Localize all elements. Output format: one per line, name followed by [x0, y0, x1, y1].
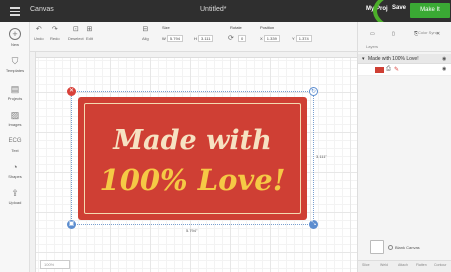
tab-layers[interactable]: Layers — [366, 44, 378, 49]
layer-group-title: Made with 100% Love! — [368, 56, 419, 62]
app-name: Canvas — [30, 6, 54, 13]
panel-footer: Slice Weld Attach Flatten Contour — [358, 260, 451, 272]
scale-handle-icon[interactable]: ⤡ — [309, 220, 318, 229]
align-button[interactable]: ⊟ Alig — [142, 26, 149, 41]
position-x-field[interactable]: X 1.339 — [260, 35, 280, 42]
flatten-button[interactable]: Flatten — [416, 263, 427, 267]
deselect-icon: ⊡ — [72, 26, 79, 33]
radio-icon — [388, 245, 393, 251]
group-icon[interactable]: ▭ — [370, 31, 375, 37]
sidebar-item-label: Upload — [8, 200, 22, 205]
rotate-input[interactable]: 0 — [238, 35, 247, 42]
deselect-button[interactable]: ⊡ Deselect — [68, 26, 84, 41]
size-w-label: W — [162, 36, 166, 41]
size-h-label: H — [194, 36, 197, 41]
ungroup-icon[interactable]: ▯ — [392, 31, 395, 37]
slice-button[interactable]: Slice — [362, 263, 370, 267]
tab-color-sync[interactable]: Color Sync — [418, 30, 438, 35]
pos-y-label: Y — [292, 36, 295, 41]
sidebar-item-label: Shapes — [8, 174, 22, 179]
layer-row[interactable]: ⎙ ✎ ◉ — [358, 64, 451, 76]
text-icon: ECG — [8, 138, 22, 144]
rotate-icon: ⟳ — [228, 35, 234, 42]
rotate-field[interactable]: 0 — [238, 35, 247, 42]
weld-button[interactable]: Weld — [380, 263, 388, 267]
redo-icon: ↷ — [51, 26, 58, 33]
edit-toolbar: ↶ Undo ↷ Redo ⊡ Deselect ⊞ Edit ⊟ Alig Size W… — [30, 22, 357, 52]
align-label: Alig — [142, 36, 149, 41]
attach-button[interactable]: Attach — [398, 263, 408, 267]
sidebar-item-label: Images — [8, 122, 22, 127]
upload-icon: ⇪ — [11, 188, 19, 198]
image-icon: ▨ — [10, 110, 20, 120]
design-text-line1: Made with — [113, 125, 272, 156]
undo-icon: ↶ — [35, 26, 42, 33]
height-dimension: 3.111" — [316, 154, 327, 159]
size-height-field[interactable]: H 3.111 — [194, 35, 214, 42]
deselect-label: Deselect — [68, 36, 84, 41]
size-label: Size — [162, 25, 170, 30]
width-dimension: 5.794" — [186, 228, 198, 233]
lock-handle-icon[interactable]: ▣ — [67, 220, 76, 229]
collapse-arrow-icon[interactable]: ▾ — [362, 56, 365, 62]
sidebar-item-upload[interactable]: ⇪ Upload — [0, 188, 30, 205]
blank-canvas-swatch[interactable] — [370, 240, 384, 254]
left-sidebar: + New ⛉ Templates ▤ Projects ▨ Images EC… — [0, 22, 30, 272]
size-w-input[interactable]: 5.794 — [166, 35, 183, 42]
edit-label: Edit — [86, 36, 93, 41]
top-ruler — [30, 52, 357, 58]
eye-icon[interactable]: ◉ — [442, 56, 446, 62]
blank-canvas-label: Blank Canvas — [395, 245, 420, 250]
sidebar-item-text[interactable]: ECG Text — [0, 136, 30, 153]
undo-button[interactable]: ↶ Undo — [34, 26, 44, 41]
sidebar-item-label: Projects — [7, 96, 23, 101]
plus-icon: + — [9, 28, 21, 40]
undo-label: Undo — [34, 36, 44, 41]
pos-y-input[interactable]: 1.374 — [295, 35, 312, 42]
size-width-field[interactable]: W 5.794 — [162, 35, 183, 42]
eye-icon[interactable]: ◉ — [442, 66, 446, 72]
sidebar-item-projects[interactable]: ▤ Projects — [0, 84, 30, 101]
sidebar-item-label: New — [10, 42, 19, 47]
sidebar-item-templates[interactable]: ⛉ Templates — [0, 56, 30, 73]
grid-icon: ▤ — [10, 84, 20, 94]
redo-button[interactable]: ↷ Redo — [50, 26, 60, 41]
left-ruler — [30, 52, 36, 272]
print-icon: ⎙ — [386, 66, 391, 72]
rotate-handle-icon[interactable]: ↻ — [309, 87, 318, 96]
sidebar-item-shapes[interactable]: ◔ Shapes — [0, 162, 30, 179]
pos-x-label: X — [260, 36, 263, 41]
pen-icon: ✎ — [394, 67, 400, 73]
position-y-field[interactable]: Y 1.374 — [292, 35, 312, 42]
size-h-input[interactable]: 3.111 — [198, 35, 214, 42]
redo-label: Redo — [50, 36, 60, 41]
contour-button[interactable]: Contour — [434, 263, 446, 267]
align-icon: ⊟ — [142, 26, 149, 33]
sidebar-item-images[interactable]: ▨ Images — [0, 110, 30, 127]
design-text-line2: 100% Love! — [99, 163, 286, 197]
sign-border — [84, 103, 301, 214]
layers-panel: ▭ ▯ ⎘ ✕ Layers Color Sync ▾ Made with 10… — [357, 22, 451, 272]
sidebar-item-label: Text — [11, 148, 19, 153]
pos-x-input[interactable]: 1.339 — [263, 35, 280, 42]
document-title: Untitled* — [200, 6, 227, 13]
made-with-love-design[interactable]: Made with 100% Love! — [78, 97, 307, 220]
shirt-icon: ⛉ — [11, 56, 19, 66]
edit-icon: ⊞ — [86, 26, 93, 33]
sidebar-item-label: Templates — [5, 68, 25, 73]
sidebar-item-new[interactable]: + New — [0, 28, 30, 47]
blank-canvas-toggle[interactable]: Blank Canvas — [388, 245, 420, 251]
zoom-input[interactable]: 100% — [40, 260, 70, 269]
design-space: Canvas Untitled* My Proj Save Make It ↶ U… — [0, 0, 451, 272]
layer-group-row[interactable]: ▾ Made with 100% Love! ◉ — [358, 54, 451, 64]
shapes-icon: ◔ — [12, 162, 18, 172]
panel-tabs: ▭ ▯ ⎘ ✕ Layers Color Sync — [358, 22, 451, 52]
delete-handle-icon[interactable]: ✕ — [67, 87, 76, 96]
rotate-label: Rotate — [230, 25, 242, 30]
position-label: Position — [260, 25, 275, 30]
edit-button[interactable]: ⊞ Edit — [86, 26, 93, 41]
hamburger-menu-icon[interactable] — [10, 7, 20, 16]
layer-thumbnail — [375, 67, 384, 73]
